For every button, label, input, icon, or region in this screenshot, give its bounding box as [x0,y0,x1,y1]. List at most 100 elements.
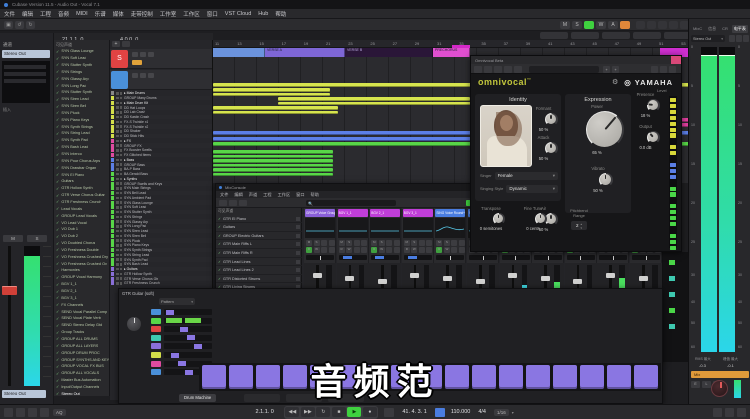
metronome-button[interactable] [435,408,445,417]
step-cell[interactable] [634,365,658,389]
drum-lane-chip[interactable] [151,352,161,358]
strip-name-tag-top[interactable]: BGV 3_1 [403,209,433,217]
track-solo-dot[interactable] [120,168,123,171]
check-icon[interactable]: ✓ [56,275,59,280]
audio-clip[interactable] [213,168,333,172]
mixer-list-row[interactable]: ✓GTR El Piano [216,215,302,223]
visibility-row[interactable]: ✓SYN El Piano [54,171,110,178]
check-icon[interactable]: ✓ [56,241,59,246]
menu-item[interactable]: 窗口 [207,10,218,18]
check-icon[interactable]: ✓ [56,357,59,362]
audio-clip[interactable] [213,159,333,163]
power-knob[interactable] [586,111,624,149]
strip-ms-button[interactable] [451,240,457,246]
audio-clip[interactable] [213,155,333,159]
drum-cell-active[interactable] [166,318,182,323]
check-icon[interactable]: ✓ [56,343,59,348]
audio-clip[interactable] [213,93,330,97]
plugin-toolbar-icon[interactable] [484,66,492,73]
monitor-output-select[interactable]: Stereo Out▾ [691,35,725,42]
visibility-row[interactable]: ✓SYN Stutter Synth [54,89,110,96]
record-track[interactable]: S [110,49,213,69]
strip-rw-button[interactable]: R [306,247,312,253]
tool-icon[interactable] [647,21,656,29]
strip-pan[interactable] [502,255,530,260]
track-mute-dot[interactable] [116,244,119,247]
track-solo-dot[interactable] [120,140,123,143]
inspector-tab[interactable]: 通道 [3,42,12,48]
strip-ms-button[interactable]: M [404,240,410,246]
check-icon[interactable]: ✓ [56,323,59,328]
check-icon[interactable]: ✓ [56,186,59,191]
visibility-row[interactable]: ✓SYN Long Pad [54,82,110,89]
track-mute-dot[interactable] [116,106,119,109]
check-icon[interactable]: ✓ [56,309,59,314]
strip-rw-button[interactable]: R [371,247,377,253]
search-box[interactable]: 🔍 [306,200,396,206]
check-icon[interactable]: ✓ [56,206,59,211]
check-icon[interactable]: ✓ [56,152,59,157]
track-mute-dot[interactable] [116,144,119,147]
mixer-list-row[interactable]: ✓GTR Distorted Strums [216,275,302,283]
menu-item[interactable]: 编辑 [22,10,33,18]
control-room-button-l[interactable]: L [702,381,711,388]
tool-icon[interactable] [669,21,678,29]
check-icon[interactable]: ✓ [218,225,221,229]
visibility-row[interactable]: ✓Stereo Out [54,391,110,397]
track-mute-dot[interactable] [116,258,119,261]
drum-cell-active[interactable] [185,370,193,375]
mixer-list-row[interactable]: ✓GTR Lead Lines 2 [216,267,302,275]
insert-slot[interactable] [4,79,46,83]
strip-rw-button[interactable] [426,247,432,253]
track-solo-dot[interactable] [120,106,123,109]
visibility-row[interactable]: ✓SYN Pour Chorus Arps [54,158,110,165]
track-mute-dot[interactable] [116,125,119,128]
chord-track[interactable] [110,70,213,90]
speaker-icon[interactable] [296,242,300,246]
strip-pan[interactable] [339,255,367,260]
visibility-row[interactable]: ✓GROUP Lead Vocals [54,212,110,219]
check-icon[interactable]: ✓ [56,254,59,259]
visibility-row[interactable]: ✓SYN Synth Pad [54,137,110,144]
plugin-toolbar-icon[interactable] [514,66,522,73]
strip-pan[interactable] [534,255,562,260]
add-track-button[interactable]: + [112,41,120,47]
pattern-select[interactable]: Pattern▾ [159,298,195,305]
check-icon[interactable]: ✓ [56,261,59,266]
strip-ms-button[interactable]: M [306,240,312,246]
step-cell[interactable] [256,365,280,389]
check-icon[interactable]: ✓ [56,391,59,396]
track-solo-dot[interactable] [120,182,123,185]
strip-ms-button[interactable]: M [436,240,442,246]
write-button[interactable]: A [608,21,618,29]
drum-lane-chip[interactable] [151,326,161,332]
track-mute-dot[interactable] [116,163,119,166]
strip-ms-button[interactable]: S [444,240,450,246]
transport-left-icon[interactable] [28,408,37,417]
snap-option-chip[interactable] [633,32,661,39]
plugin-toolbar-icon[interactable] [651,66,658,73]
track-mute-dot[interactable] [116,116,119,119]
window-dot[interactable] [219,186,222,189]
strip-name-tag-top[interactable]: SING Voice Round+Thick [435,209,465,217]
fader-cap[interactable] [443,276,452,281]
plugin-toolbar-icon[interactable] [669,66,676,73]
visibility-row[interactable]: ✓VO Dub 1 [54,226,110,233]
check-icon[interactable]: ✓ [56,295,59,300]
track-mute-dot[interactable] [116,149,119,152]
check-icon[interactable]: ✓ [56,76,59,81]
check-icon[interactable]: ✓ [218,251,221,255]
fader-cap[interactable] [313,273,322,278]
check-icon[interactable]: ✓ [56,336,59,341]
step-cell[interactable] [229,365,253,389]
track-solo-dot[interactable] [120,111,123,114]
drum-cell-active[interactable] [180,327,188,332]
rewind-button[interactable]: ◀◀ [285,407,299,417]
check-icon[interactable]: ✓ [56,158,59,163]
check-icon[interactable]: ✓ [56,350,59,355]
step-cell[interactable] [499,365,523,389]
visibility-row[interactable]: ✓SYN Bash Lead [54,144,110,151]
track-solo-dot[interactable] [120,102,123,105]
visibility-row[interactable]: ✓SEND Vocal Parallel Comp [54,308,110,315]
toolbar-icon[interactable] [229,200,237,206]
